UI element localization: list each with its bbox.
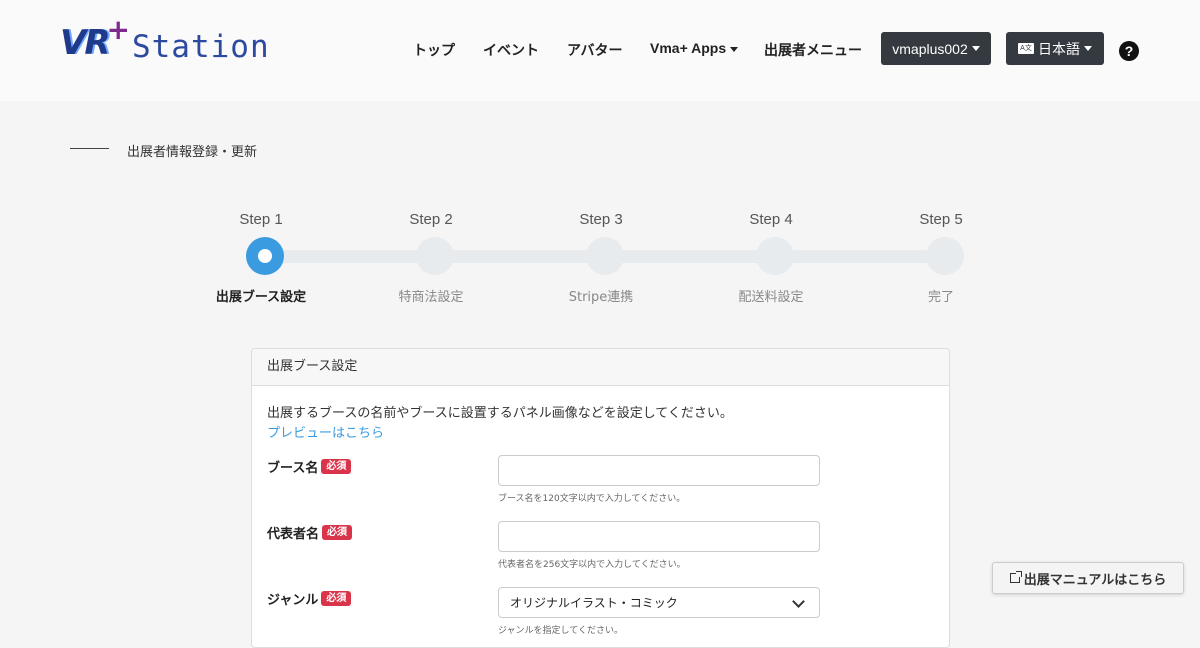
nav-avatar[interactable]: アバター: [567, 40, 622, 60]
logo-vr-text: VR: [60, 23, 110, 63]
site-header: VR + Station トップ イベント アバター Vma+ Apps 出展者…: [0, 0, 1200, 101]
genre-select[interactable]: オリジナルイラスト・コミック: [498, 587, 820, 618]
chevron-down-icon: [1084, 46, 1092, 51]
nav-vma-apps-label: Vma+ Apps: [650, 40, 727, 56]
genre-hint: ジャンルを指定してください。: [498, 626, 624, 636]
step-5-indicator: [926, 237, 964, 275]
logo-station-text: Station: [131, 29, 270, 65]
exhibitor-manual-button[interactable]: 出展マニュアルはこちら: [992, 562, 1184, 594]
user-menu-label: vmaplus002: [892, 40, 968, 57]
preview-link[interactable]: プレビューはこちら: [267, 422, 384, 441]
step-1-indicator: [246, 237, 284, 275]
step-5-name: 完了: [927, 290, 954, 305]
chevron-down-icon: [971, 46, 980, 51]
step-2-indicator: [416, 237, 454, 275]
step-3-name: Stripe連携: [568, 290, 634, 305]
step-2-name: 特商法設定: [398, 290, 464, 305]
genre-select-value: オリジナルイラスト・コミック: [510, 596, 678, 610]
chevron-down-icon: [792, 595, 805, 608]
genre-label: ジャンル 必須: [267, 589, 352, 608]
step-2-label: Step 2: [409, 211, 453, 228]
representative-name-label-text: 代表者名: [267, 527, 320, 542]
language-icon: A文: [1018, 43, 1034, 54]
step-4-label: Step 4: [749, 211, 793, 228]
language-button[interactable]: A文 日本語: [1006, 32, 1104, 65]
language-label: 日本語: [1038, 40, 1080, 57]
representative-name-label: 代表者名 必須: [267, 523, 353, 542]
exhibitor-manual-label: 出展マニュアルはこちら: [1023, 572, 1167, 588]
booth-name-input[interactable]: [498, 455, 820, 486]
chevron-down-icon: [730, 46, 739, 52]
section-divider: [70, 148, 109, 149]
page-title: 出展者情報登録・更新: [127, 145, 258, 160]
genre-label-text: ジャンル: [267, 593, 319, 608]
step-1-label: Step 1: [239, 211, 283, 228]
card-title: 出展ブース設定: [252, 349, 949, 386]
required-badge: 必須: [321, 459, 352, 474]
card-description: 出展するブースの名前やブースに設置するパネル画像などを設定してください。: [267, 406, 733, 421]
step-3-indicator: [586, 237, 624, 275]
booth-name-label-text: ブース名: [267, 461, 319, 476]
step-5-label: Step 5: [919, 211, 963, 228]
step-3-label: Step 3: [579, 211, 623, 228]
required-badge: 必須: [321, 591, 352, 606]
nav-top[interactable]: トップ: [413, 40, 455, 60]
representative-name-hint: 代表者名を256文字以内で入力してください。: [498, 560, 686, 570]
help-icon[interactable]: ?: [1119, 41, 1139, 61]
external-link-icon: [1009, 571, 1022, 583]
booth-name-label: ブース名 必須: [267, 457, 352, 476]
booth-name-hint: ブース名を120文字以内で入力してください。: [498, 494, 686, 504]
nav-exhibitor-menu[interactable]: 出展者メニュー: [764, 40, 862, 60]
required-badge: 必須: [322, 525, 353, 540]
step-1-name: 出展ブース設定: [215, 290, 307, 305]
nav-vma-apps[interactable]: Vma+ Apps: [650, 40, 739, 56]
logo-plus-mark: +: [106, 13, 130, 46]
user-menu-button[interactable]: vmaplus002: [881, 32, 991, 65]
booth-settings-card: 出展ブース設定 出展するブースの名前やブースに設置するパネル画像などを設定してく…: [251, 348, 950, 648]
step-4-name: 配送料設定: [738, 290, 804, 305]
representative-name-input[interactable]: [498, 521, 820, 552]
step-4-indicator: [756, 237, 794, 275]
vr-station-logo[interactable]: VR + Station: [60, 16, 270, 65]
nav-events[interactable]: イベント: [483, 40, 539, 60]
